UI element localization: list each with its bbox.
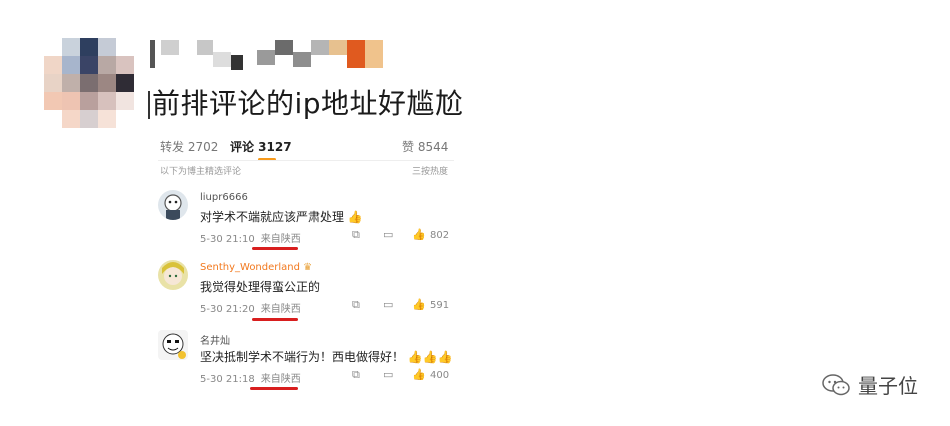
engagement-tabs: 转发 2702 评论 3127 赞 8544 xyxy=(160,138,456,160)
comment-username[interactable]: liupr6666 xyxy=(200,192,248,203)
comment-time: 5-30 21:18 xyxy=(200,374,255,385)
comment-time: 5-30 21:10 xyxy=(200,234,255,245)
comment-ip-location: 来自陕西 xyxy=(260,304,301,315)
comment-text: 坚决抵制学术不端行为！西电做得好！ 👍👍👍 xyxy=(200,348,453,365)
share-icon[interactable]: ⧉ xyxy=(352,368,360,382)
comment-meta: 5-30 21:18 来自陕西 xyxy=(200,370,301,385)
avatar[interactable] xyxy=(158,260,188,290)
poster-avatar[interactable] xyxy=(44,38,134,128)
like-count: 802 xyxy=(430,230,450,241)
wechat-icon xyxy=(822,373,850,395)
comment-text-body: 对学术不端就应该严肃处理 xyxy=(200,210,345,224)
comment-item: Senthy_Wonderland ♛ 我觉得处理得蛮公正的 5-30 21:2… xyxy=(158,260,454,320)
thumbs-up-emoji-icon: 👍 xyxy=(347,210,363,224)
comment-username[interactable]: 名井灿 xyxy=(200,332,230,347)
share-icon[interactable]: ⧉ xyxy=(352,298,360,312)
comment-item: 名井灿 坚决抵制学术不端行为！西电做得好！ 👍👍👍 5-30 21:18 来自陕西… xyxy=(158,330,454,390)
like-count: 400 xyxy=(430,370,450,381)
watermark: 量子位 xyxy=(822,370,918,399)
crown-icon: ♛ xyxy=(303,262,313,273)
comment-meta: 5-30 21:10 来自陕西 xyxy=(200,230,301,245)
comment-username[interactable]: Senthy_Wonderland ♛ xyxy=(200,262,312,273)
selected-comments-label: 以下为博主精选评论 xyxy=(160,167,242,177)
thumbs-up-emoji-icon: 👍👍👍 xyxy=(407,350,453,364)
avatar[interactable] xyxy=(158,330,188,360)
comment-text: 对学术不端就应该严肃处理 👍 xyxy=(200,208,363,225)
post-title: 前排评论的ip地址好尴尬 xyxy=(148,82,464,122)
like-count: 591 xyxy=(430,300,450,311)
sort-by-heat-button[interactable]: 三按热度 xyxy=(412,164,448,177)
post-title-text: 前排评论的ip地址好尴尬 xyxy=(152,87,464,120)
like-icon[interactable]: 👍 xyxy=(412,228,426,241)
reply-icon[interactable]: ▭ xyxy=(383,368,393,381)
like-icon[interactable]: 👍 xyxy=(412,298,426,311)
comment-text-body: 坚决抵制学术不端行为！西电做得好！ xyxy=(200,350,405,364)
poster-name-redacted[interactable] xyxy=(150,40,383,70)
tab-likes[interactable]: 赞 8544 xyxy=(402,138,448,155)
tab-reposts[interactable]: 转发 2702 xyxy=(160,138,218,155)
comment-filter-bar: 以下为博主精选评论 三按热度 xyxy=(160,164,456,177)
highlight-underline xyxy=(252,318,298,321)
highlight-underline xyxy=(252,247,298,250)
comment-item: liupr6666 对学术不端就应该严肃处理 👍 5-30 21:10 来自陕西 … xyxy=(158,190,454,250)
like-icon[interactable]: 👍 xyxy=(412,368,426,381)
avatar[interactable] xyxy=(158,190,188,220)
comment-ip-location: 来自陕西 xyxy=(260,374,301,385)
reply-icon[interactable]: ▭ xyxy=(383,228,393,241)
watermark-text: 量子位 xyxy=(858,374,918,398)
tab-comments[interactable]: 评论 3127 xyxy=(230,138,292,155)
comment-time: 5-30 21:20 xyxy=(200,304,255,315)
share-icon[interactable]: ⧉ xyxy=(352,228,360,242)
text-cursor xyxy=(148,91,150,119)
tabs-divider xyxy=(158,160,454,161)
comment-username-text: Senthy_Wonderland xyxy=(200,262,300,273)
highlight-underline xyxy=(250,387,298,390)
reply-icon[interactable]: ▭ xyxy=(383,298,393,311)
comment-meta: 5-30 21:20 来自陕西 xyxy=(200,300,301,315)
comment-text: 我觉得处理得蛮公正的 xyxy=(200,280,321,294)
comment-ip-location: 来自陕西 xyxy=(260,234,301,245)
